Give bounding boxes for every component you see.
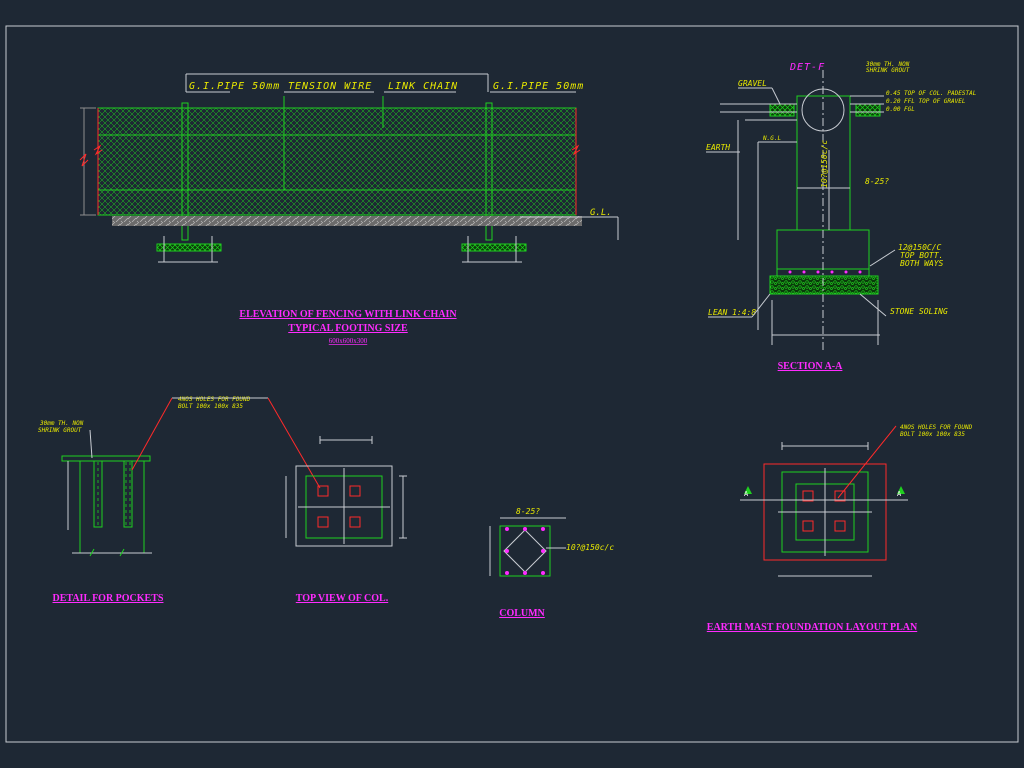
mast-bolt-hole-4 — [834, 520, 846, 532]
earthmast-title: EARTH MAST FOUNDATION LAYOUT PLAN — [707, 622, 918, 633]
label-gi-pipe-left: G.I.PIPE 50mm — [189, 81, 280, 92]
label-grout-2: SHRINK GROUT — [866, 67, 910, 74]
pockets-title: DETAIL FOR POCKETS — [53, 593, 164, 604]
bolt-hole-4 — [349, 516, 361, 528]
cad-drawing-canvas: G.I.PIPE 50mm TENSION WIRE LINK CHAIN G.… — [0, 0, 1024, 768]
gravel-left — [769, 103, 795, 117]
footing-size: 600x600x300 — [329, 337, 368, 345]
label-mesh-3: BOTH WAYS — [900, 259, 944, 268]
label-lean: LEAN 1:4:8 — [708, 308, 756, 317]
column-title: COLUMN — [499, 608, 545, 619]
section-arrow-icon: A — [744, 486, 752, 498]
cad-drawing: G.I.PIPE 50mm TENSION WIRE LINK CHAIN G.… — [5, 25, 1019, 743]
label-column-rebar: 10?@150c/c — [820, 140, 829, 188]
label-earth: EARTH — [706, 143, 730, 152]
pocket-right — [123, 460, 133, 528]
elevation-view: G.I.PIPE 50mm TENSION WIRE LINK CHAIN G.… — [79, 73, 619, 345]
bolt-hole-3 — [317, 516, 329, 528]
column-rebar-label: 10?@150c/c — [566, 543, 614, 552]
level-top-gravel: 0.20 FFL TOP OF GRAVEL — [886, 98, 966, 105]
pockets-view: 30mm TH. NON SHRINK GROUT 4NOS HOLES FOR… — [38, 396, 321, 604]
topview-title: TOP VIEW OF COL. — [296, 593, 389, 604]
pocket-holes-1: 4NOS HOLES FOR FOUND — [178, 396, 251, 403]
earth-mast-plan: 4NOS HOLES FOR FOUND BOLT 100x 100x 835 … — [707, 424, 973, 633]
footing-right — [461, 236, 527, 263]
elevation-subtitle: TYPICAL FOOTING SIZE — [288, 323, 408, 334]
section-title: SECTION A-A — [778, 361, 844, 372]
mast-holes-2: BOLT 100x 100x 835 — [900, 431, 965, 438]
label-gi-pipe-right: G.I.PIPE 50mm — [493, 81, 584, 92]
gravel-right — [855, 103, 881, 117]
footing-left — [156, 236, 222, 263]
stone-soling — [769, 275, 879, 295]
label-main-bars: 8-25? — [865, 177, 889, 186]
label-gravel: GRAVEL — [738, 79, 767, 88]
section-aa-view: DET-F 30mm TH. NON SHRINK GROUT GRAVEL 0… — [706, 61, 977, 372]
pocket-grout-1: 30mm TH. NON — [39, 420, 84, 427]
pocket-grout-2: SHRINK GROUT — [38, 427, 82, 434]
column-section: 8-25? 10?@150c/c COLUMN — [489, 507, 614, 619]
label-tension-wire: TENSION WIRE — [288, 81, 372, 92]
pocket-left — [93, 460, 103, 528]
level-fgl: 0.00 FGL — [886, 106, 915, 113]
detail-f-label: DET-F — [789, 62, 825, 73]
elevation-title: ELEVATION OF FENCING WITH LINK CHAIN — [239, 309, 457, 320]
section-arrow-icon: A — [897, 486, 905, 498]
mast-bolt-hole-3 — [802, 520, 814, 532]
column-bars-label: 8-25? — [516, 507, 540, 516]
mast-holes-1: 4NOS HOLES FOR FOUND — [900, 424, 973, 431]
pocket-holes-2: BOLT 100x 100x 835 — [178, 403, 243, 410]
label-ngl: N.G.L — [762, 135, 781, 142]
link-chain-mesh — [97, 107, 577, 216]
level-top-pedestal: 0.45 TOP OF COL. PADESTAL — [886, 90, 977, 97]
label-link-chain: LINK CHAIN — [388, 81, 458, 92]
label-stone-soling: STONE SOLING — [890, 307, 948, 316]
label-ground-level: G.L. — [590, 208, 612, 218]
column-tie — [503, 529, 547, 573]
bolt-hole-2 — [349, 485, 361, 497]
